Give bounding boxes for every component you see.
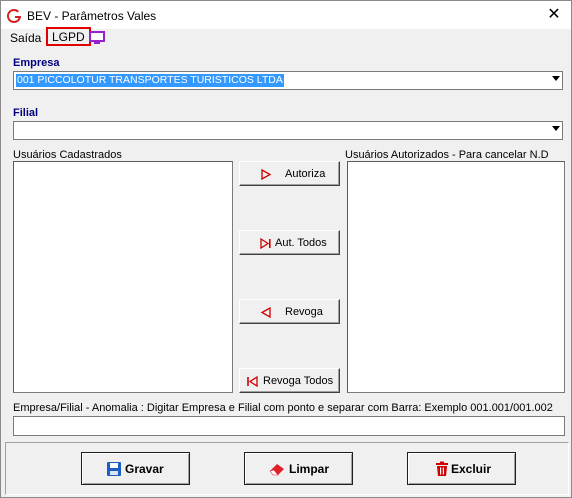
aut-todos-label: Aut. Todos xyxy=(275,237,327,249)
trash-icon xyxy=(436,461,448,476)
limpar-button[interactable]: Limpar xyxy=(244,452,353,485)
arrow-left-icon xyxy=(260,307,271,318)
chevron-down-icon[interactable] xyxy=(552,76,560,81)
save-icon xyxy=(107,462,121,476)
app-logo-icon xyxy=(7,8,21,23)
gravar-button[interactable]: Gravar xyxy=(81,452,190,485)
empresa-select-value: 001 PICCOLOTUR TRANSPORTES TURISTICOS LT… xyxy=(16,74,284,87)
anomalia-input[interactable] xyxy=(13,416,565,436)
close-button[interactable]: ✕ xyxy=(537,1,571,29)
usuarios-autorizados-list[interactable] xyxy=(347,161,565,393)
limpar-label: Limpar xyxy=(289,462,330,476)
autoriza-button[interactable]: Autoriza xyxy=(239,161,340,186)
eraser-icon xyxy=(269,464,284,476)
anomalia-label: Empresa/Filial - Anomalia : Digitar Empr… xyxy=(13,402,553,414)
revoga-todos-label: Revoga Todos xyxy=(263,375,334,387)
arrow-right-icon xyxy=(261,169,272,180)
filial-select[interactable] xyxy=(13,121,563,140)
aut-todos-button[interactable]: Aut. Todos xyxy=(239,230,340,255)
usuarios-cadastrados-label: Usuários Cadastrados xyxy=(13,149,122,161)
chevron-down-icon[interactable] xyxy=(552,126,560,131)
usuarios-cadastrados-list[interactable] xyxy=(13,161,233,393)
close-icon: ✕ xyxy=(547,6,561,23)
empresa-label: Empresa xyxy=(13,57,60,69)
menu-saida[interactable]: Saída xyxy=(10,31,41,45)
menu-bar: Saída LGPD xyxy=(1,27,571,47)
usuarios-autorizados-label: Usuários Autorizados - Para cancelar N.D xyxy=(345,149,549,161)
gravar-label: Gravar xyxy=(125,462,164,476)
filial-label: Filial xyxy=(13,107,39,119)
autoriza-label: Autoriza xyxy=(285,168,326,180)
revoga-todos-button[interactable]: Revoga Todos xyxy=(239,368,340,393)
empresa-select[interactable]: 001 PICCOLOTUR TRANSPORTES TURISTICOS LT… xyxy=(13,71,563,90)
revoga-button[interactable]: Revoga xyxy=(239,299,340,324)
arrow-right-end-icon xyxy=(260,238,271,249)
title-bar: BEV - Parâmetros Vales ✕ xyxy=(1,1,571,29)
monitor-icon[interactable] xyxy=(89,31,105,45)
window-title: BEV - Parâmetros Vales xyxy=(27,9,157,23)
main-window: BEV - Parâmetros Vales ✕ Saída LGPD Empr… xyxy=(0,0,572,498)
arrow-left-end-icon xyxy=(247,376,258,387)
excluir-label: Excluir xyxy=(451,462,492,476)
excluir-button[interactable]: Excluir xyxy=(407,452,516,485)
menu-lgpd[interactable]: LGPD xyxy=(46,27,91,46)
revoga-label: Revoga xyxy=(285,306,323,318)
